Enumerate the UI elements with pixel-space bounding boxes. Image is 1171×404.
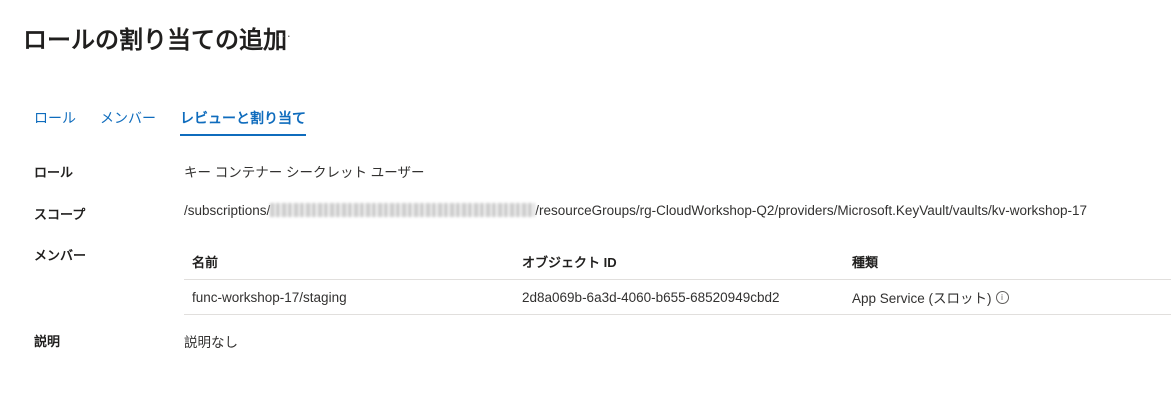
tab-review-assign[interactable]: レビューと割り当て bbox=[180, 106, 306, 136]
member-object-id: 2d8a069b-6a3d-4060-b655-68520949cbd2 bbox=[522, 289, 780, 305]
role-value: キー コンテナー シークレット ユーザー bbox=[184, 165, 425, 180]
members-table: 名前 オブジェクト ID 種類 func-workshop-17/staging… bbox=[184, 243, 1171, 315]
scope-value: /subscriptions/ /resourceGroups/rg-CloudW… bbox=[184, 203, 1087, 218]
page-title: ロールの割り当ての追加 bbox=[23, 27, 287, 54]
member-type-cell: App Service (スロット) i bbox=[844, 287, 1171, 307]
description-value: 説明なし bbox=[184, 335, 238, 350]
info-icon[interactable]: i bbox=[995, 290, 1009, 304]
header-object-id: オブジェクト ID bbox=[522, 254, 617, 270]
role-label: ロール bbox=[34, 165, 74, 180]
table-header: 名前 オブジェクト ID 種類 bbox=[184, 243, 1171, 280]
scope-prefix: /subscriptions/ bbox=[184, 203, 271, 218]
member-type: App Service (スロット) bbox=[852, 291, 992, 306]
tab-role[interactable]: ロール bbox=[34, 106, 76, 136]
scope-label: スコープ bbox=[34, 207, 86, 222]
header-name: 名前 bbox=[192, 254, 219, 270]
members-label: メンバー bbox=[34, 248, 87, 263]
more-icon[interactable]: ··· bbox=[276, 28, 292, 43]
header-type: 種類 bbox=[852, 254, 879, 270]
member-name: func-workshop-17/staging bbox=[192, 289, 347, 305]
tab-members[interactable]: メンバー bbox=[100, 106, 156, 136]
description-label: 説明 bbox=[34, 334, 61, 349]
scope-suffix: /resourceGroups/rg-CloudWorkshop-Q2/prov… bbox=[535, 203, 1088, 218]
table-row: func-workshop-17/staging 2d8a069b-6a3d-4… bbox=[184, 280, 1171, 315]
tab-bar: ロール メンバー レビューと割り当て bbox=[34, 106, 330, 136]
redacted-subscription-id bbox=[270, 203, 536, 217]
